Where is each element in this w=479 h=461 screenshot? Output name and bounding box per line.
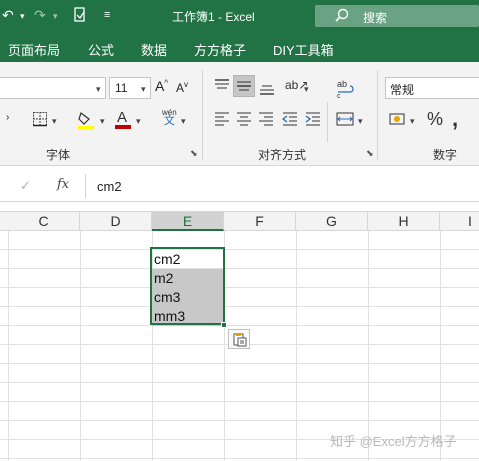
chevron-down-icon[interactable]: ▾ (136, 116, 141, 127)
group-label-font: 字体 (46, 148, 71, 162)
svg-text:A: A (117, 109, 127, 126)
chevron-down-icon[interactable]: ▾ (358, 116, 363, 127)
svg-text:c: c (337, 93, 341, 98)
gridline (80, 231, 81, 461)
divider (85, 174, 86, 198)
tab-diy-toolbox[interactable]: DIY工具箱 (273, 40, 334, 59)
search-label: 搜索 (363, 11, 388, 25)
column-header-h[interactable]: H (368, 212, 440, 231)
selection-border (150, 247, 225, 325)
align-top-icon[interactable] (214, 78, 230, 97)
gridline (8, 231, 9, 461)
align-middle-button[interactable] (233, 75, 255, 97)
cancel-icon[interactable]: ✓ (20, 178, 31, 194)
column-header-f[interactable]: F (224, 212, 296, 231)
chevron-down-icon[interactable]: ▾ (410, 116, 415, 127)
gridline (296, 231, 297, 461)
align-bottom-icon[interactable] (259, 80, 275, 99)
font-color-icon[interactable]: A (114, 108, 132, 133)
chevron-down-icon[interactable]: ▾ (304, 84, 309, 95)
font-size-value: 11 (115, 81, 128, 95)
increase-indent-icon[interactable] (305, 111, 321, 130)
paste-options-button[interactable] (228, 329, 250, 349)
tab-page-layout[interactable]: 页面布局 (8, 40, 60, 59)
fill-handle[interactable] (221, 322, 227, 328)
divider (202, 70, 203, 160)
formula-input[interactable]: cm2 (97, 179, 122, 194)
chevron-down-icon[interactable]: ▾ (181, 116, 186, 127)
chevron-down-icon[interactable]: ▾ (100, 116, 105, 127)
touch-mode-icon[interactable] (73, 7, 87, 26)
dialog-launcher-icon[interactable]: ⬊ (190, 148, 198, 159)
watermark: 知乎 @Excel方方格子 (330, 434, 457, 449)
redo-icon[interactable]: ↷ (34, 7, 46, 24)
tab-data[interactable]: 数据 (141, 40, 167, 59)
search-box[interactable]: 搜索 (315, 5, 479, 27)
comma-style-icon[interactable]: , (452, 106, 458, 132)
fill-color-icon[interactable] (77, 110, 95, 133)
align-left-icon[interactable] (214, 111, 230, 130)
worksheet-grid[interactable]: cm2 m2 cm3 mm3 (0, 231, 479, 461)
gridline (0, 268, 479, 269)
column-headers: C D E F G H I (0, 211, 479, 231)
tab-formulas[interactable]: 公式 (88, 40, 114, 59)
column-header-c[interactable]: C (8, 212, 80, 231)
decrease-font-size-icon[interactable]: Av (176, 80, 188, 95)
divider (377, 70, 378, 160)
chevron-down-icon: ▾ (141, 84, 146, 94)
column-header-g[interactable]: G (296, 212, 368, 231)
font-size-combo[interactable]: 11 ▾ (109, 77, 151, 99)
align-center-icon[interactable] (236, 111, 252, 130)
gridline (0, 382, 479, 383)
accounting-format-icon[interactable] (389, 111, 407, 130)
dialog-launcher-icon[interactable]: ⬊ (366, 148, 374, 159)
redo-dropdown-icon[interactable]: ▾ (53, 11, 58, 22)
gridline (368, 231, 369, 461)
borders-icon[interactable] (32, 111, 48, 130)
undo-dropdown-icon[interactable]: ▾ (20, 11, 25, 22)
window-title: 工作簿1 - Excel (172, 10, 255, 24)
group-label-alignment: 对齐方式 (258, 148, 307, 162)
gridline (0, 420, 479, 421)
gridline (0, 249, 479, 250)
gridline (440, 231, 441, 461)
divider (327, 102, 328, 142)
merge-center-icon[interactable] (336, 111, 354, 130)
gridline (0, 401, 479, 402)
increase-font-size-icon[interactable]: A^ (155, 78, 168, 94)
chevron-down-icon: ▾ (96, 84, 101, 94)
tab-fangfanggezi[interactable]: 方方格子 (194, 40, 246, 59)
number-format-value: 常规 (390, 83, 415, 97)
search-icon (334, 8, 350, 27)
undo-icon[interactable]: ↶ (2, 7, 14, 24)
align-right-icon[interactable] (258, 111, 274, 130)
fx-icon[interactable]: fx (57, 177, 69, 192)
percent-style-icon[interactable]: % (427, 109, 443, 130)
ribbon-tabs: 页面布局 公式 数据 方方格子 DIY工具箱 (0, 32, 479, 62)
clipboard-icon (233, 333, 247, 347)
customize-quick-access-icon[interactable]: ≡ (104, 9, 110, 21)
gridline (0, 458, 479, 459)
number-format-combo[interactable]: 常规 (385, 77, 479, 99)
gridline (0, 287, 479, 288)
chevron-down-icon[interactable]: ▾ (52, 116, 57, 127)
svg-text:ab: ab (337, 79, 347, 89)
column-header-i[interactable]: I (440, 212, 479, 231)
align-middle-icon (237, 81, 251, 91)
phonetic-guide-icon[interactable]: wén 文 (162, 108, 177, 127)
ribbon: ▾ 11 ▾ A^ Av › ▾ ▾ A ▾ wén 文 ▾ 字体 ⬊ ab↗ ▾ (0, 62, 479, 166)
gridline (0, 306, 479, 307)
title-bar: ↶ ▾ ↷ ▾ ≡ 工作簿1 - Excel 搜索 (0, 0, 479, 32)
column-header-e[interactable]: E (152, 212, 224, 231)
formula-bar: ✓ fx cm2 (0, 170, 479, 202)
wrap-text-icon[interactable]: ab c (336, 78, 354, 101)
gridline (0, 363, 479, 364)
group-label-number: 数字 (433, 148, 458, 162)
font-name-combo[interactable]: ▾ (0, 77, 106, 99)
column-header-d[interactable]: D (80, 212, 152, 231)
decrease-indent-icon[interactable] (281, 111, 298, 130)
gridline (0, 325, 479, 326)
chevron-left-icon[interactable]: › (6, 112, 9, 123)
